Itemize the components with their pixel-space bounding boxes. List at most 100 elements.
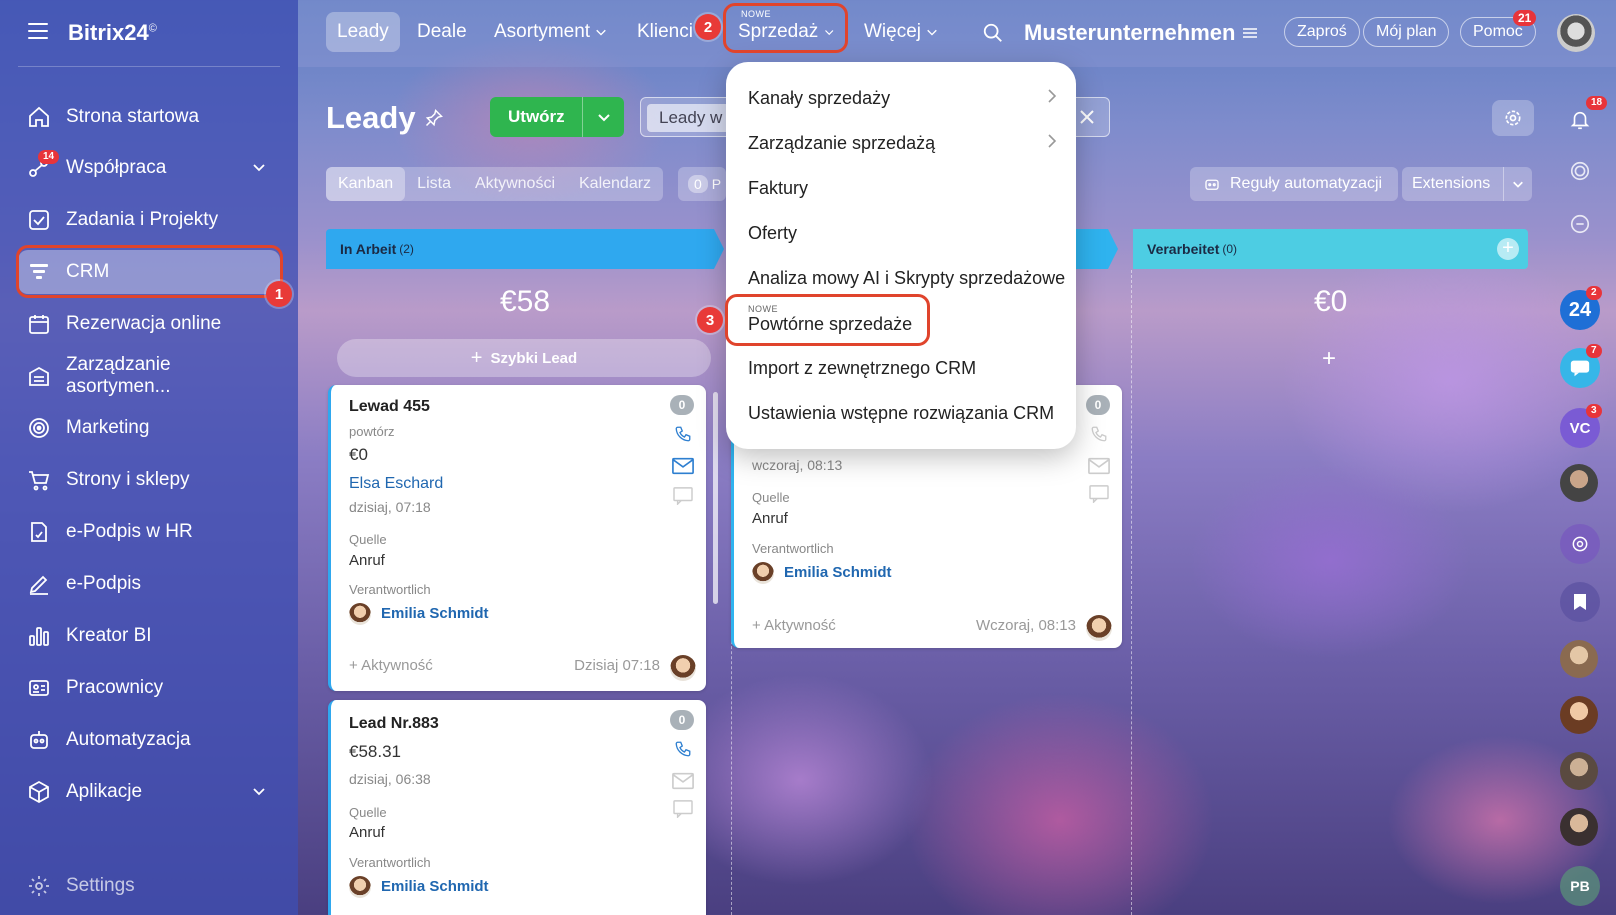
copilot-button[interactable] — [1560, 524, 1600, 564]
user-avatar[interactable] — [1557, 14, 1595, 52]
tab-label: Asortyment — [494, 21, 591, 42]
sidebar-item-hr-sign[interactable]: e-Podpis w HR — [18, 510, 280, 554]
phone-icon[interactable] — [672, 740, 694, 758]
card-field-label: Verantwortlich — [349, 582, 431, 597]
mail-icon[interactable] — [672, 772, 694, 790]
pin-icon[interactable] — [424, 108, 444, 128]
sidebar-item-automation[interactable]: Automatyzacja — [18, 718, 280, 762]
automation-rules-button[interactable]: Reguły automatyzacji — [1190, 167, 1398, 201]
invite-button[interactable]: Zaproś — [1284, 17, 1360, 47]
company-name[interactable]: Musterunternehmen — [1024, 20, 1258, 46]
help-badge: 21 — [1513, 10, 1537, 26]
tab-list[interactable]: Lista — [405, 167, 463, 201]
menu-item-ai-speech[interactable]: Analiza mowy AI i Skrypty sprzedażowe — [748, 268, 1065, 289]
sidebar-item-booking[interactable]: Rezerwacja online — [18, 302, 280, 346]
search-icon[interactable] — [982, 22, 1004, 49]
tab-deals[interactable]: Deale — [406, 12, 478, 52]
phone-icon[interactable] — [1088, 425, 1110, 443]
create-label: Utwórz — [508, 107, 565, 126]
tab-kanban[interactable]: Kanban — [326, 167, 406, 201]
column-scrollbar[interactable] — [713, 392, 718, 604]
sidebar-item-settings[interactable]: Settings — [18, 864, 280, 908]
counter-panel[interactable]: 0 P — [678, 167, 726, 201]
tab-activities[interactable]: Aktywności — [463, 167, 567, 201]
card-counter: 0 — [670, 395, 694, 415]
avatar[interactable] — [670, 655, 696, 681]
bookmark-button[interactable] — [1560, 582, 1600, 622]
avatar[interactable] — [1086, 615, 1112, 641]
contact-avatar[interactable] — [1560, 808, 1598, 846]
phone-icon[interactable] — [672, 425, 694, 443]
card-responsible[interactable]: Emilia Schmidt — [752, 562, 892, 584]
my-plan-button[interactable]: Mój plan — [1363, 17, 1450, 47]
tab-calendar[interactable]: Kalendarz — [567, 167, 663, 201]
card-title[interactable]: Lead Nr.883 — [349, 715, 439, 733]
chat-history-button[interactable] — [1560, 204, 1600, 244]
lead-card[interactable]: Lewad 455 0 powtórz €0 Elsa Eschard dzis… — [328, 385, 706, 691]
menu-item-sales-management[interactable]: Zarządzanie sprzedażą — [748, 133, 1057, 154]
add-activity-link[interactable]: + Aktywność — [349, 657, 433, 674]
chat-icon[interactable] — [672, 487, 694, 505]
tab-leads[interactable]: Leady — [326, 12, 400, 52]
sidebar-item-esign[interactable]: e-Podpis — [18, 562, 280, 606]
card-title[interactable]: Lewad 455 — [349, 398, 430, 416]
column-header-in-progress[interactable]: In Arbeit (2) — [326, 229, 716, 269]
sidebar-item-home[interactable]: Strona startowa — [18, 95, 280, 139]
card-counter: 0 — [670, 710, 694, 730]
settings-button[interactable] — [1492, 100, 1534, 136]
sidebar-item-collaboration[interactable]: 14 Współpraca — [18, 146, 280, 190]
lead-card[interactable]: Lead Nr.883 0 €58.31 dzisiaj, 06:38 Quel… — [328, 700, 706, 915]
menu-item-sales-channels[interactable]: Kanały sprzedaży — [748, 88, 1057, 109]
contact-avatar[interactable] — [1560, 640, 1598, 678]
create-button[interactable]: Utwórz — [490, 97, 624, 137]
sidebar-item-tasks[interactable]: Zadania i Projekty — [18, 198, 280, 242]
plus-icon[interactable]: + — [1322, 345, 1336, 373]
chevron-down-icon[interactable] — [252, 158, 266, 180]
card-responsible[interactable]: Emilia Schmidt — [349, 603, 489, 625]
contact-avatar-pb[interactable]: PB — [1560, 866, 1600, 906]
sidebar-item-sites[interactable]: Strony i sklepy — [18, 458, 280, 502]
tab-more[interactable]: Więcej — [853, 12, 949, 52]
sidebar-item-bi[interactable]: Kreator BI — [18, 614, 280, 658]
menu-item-import-crm[interactable]: Import z zewnętrznego CRM — [748, 358, 976, 379]
menu-icon[interactable] — [28, 23, 48, 39]
card-responsible[interactable]: Emilia Schmidt — [349, 876, 489, 898]
add-activity-link[interactable]: + Aktywność — [752, 617, 836, 634]
app-logo[interactable]: Bitrix24© — [68, 20, 157, 46]
chat-icon[interactable] — [1088, 485, 1110, 503]
sidebar-item-label: Rezerwacja online — [66, 313, 222, 334]
sidebar-item-inventory[interactable]: Zarządzanie asortymen... — [18, 354, 280, 398]
avatar — [349, 603, 371, 625]
menu-item-invoices[interactable]: Faktury — [748, 178, 808, 199]
sidebar-item-apps[interactable]: Aplikacje — [18, 770, 280, 814]
contact-avatar[interactable] — [1560, 464, 1598, 502]
video-conference-button[interactable]: VC 3 — [1560, 404, 1602, 448]
column-header-processed[interactable]: Verarbeitet (0) — [1133, 229, 1528, 269]
chevron-down-icon[interactable] — [252, 782, 266, 804]
filter-chip[interactable]: Leady w — [647, 104, 735, 132]
menu-item-crm-presets[interactable]: Ustawienia wstępne rozwiązania CRM — [748, 403, 1054, 424]
b24-icon[interactable]: 24 2 — [1560, 286, 1602, 330]
menu-item-quotes[interactable]: Oferty — [748, 223, 797, 244]
quick-lead-button[interactable]: + Szybki Lead — [337, 339, 711, 377]
sidebar-item-employees[interactable]: Pracownicy — [18, 666, 280, 710]
contact-avatar[interactable] — [1560, 752, 1598, 790]
tab-clients[interactable]: Klienci — [626, 12, 704, 52]
card-field-label: Quelle — [349, 805, 387, 820]
mail-icon[interactable] — [1088, 457, 1110, 475]
add-column-icon[interactable]: + — [1497, 238, 1519, 260]
extensions-button[interactable]: Extensions — [1402, 167, 1532, 201]
chat-icon[interactable] — [672, 800, 694, 818]
messenger-button[interactable]: 7 — [1560, 344, 1602, 388]
tab-catalog[interactable]: Asortyment — [483, 12, 618, 52]
card-contact-link[interactable]: Elsa Eschard — [349, 475, 443, 493]
chevron-down-icon[interactable] — [597, 110, 611, 124]
close-icon[interactable] — [1079, 109, 1095, 125]
pulse-button[interactable] — [1560, 151, 1600, 191]
contact-avatar[interactable] — [1560, 696, 1598, 734]
chevron-right-icon — [1046, 88, 1058, 109]
mail-icon[interactable] — [672, 457, 694, 475]
chevron-down-icon[interactable] — [1503, 167, 1524, 201]
sidebar-item-marketing[interactable]: Marketing — [18, 406, 280, 450]
notifications-button[interactable]: 18 — [1560, 96, 1608, 140]
